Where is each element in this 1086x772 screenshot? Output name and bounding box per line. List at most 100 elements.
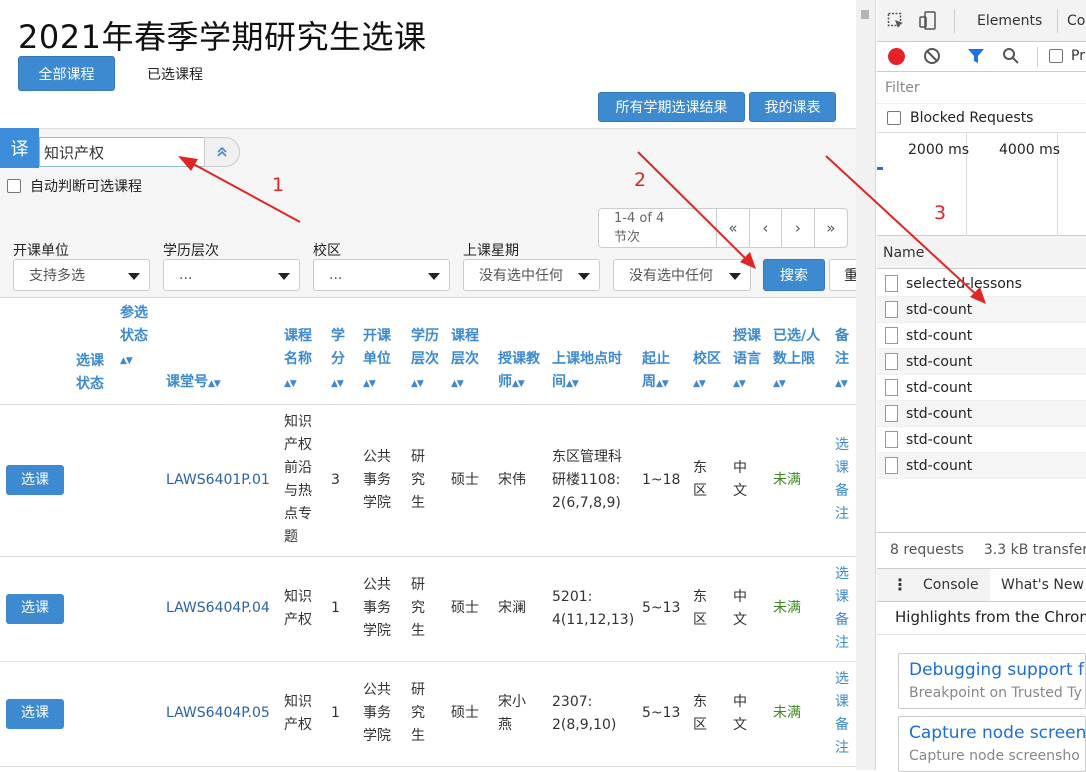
sort-icon: ▲▼ bbox=[451, 378, 464, 389]
course-dept: 公共事务学院 bbox=[363, 577, 391, 639]
auto-check-checkbox[interactable] bbox=[7, 179, 21, 193]
select-course-button[interactable]: 选课 bbox=[6, 698, 64, 729]
course-teacher: 宋小燕 bbox=[498, 693, 526, 733]
drawer-tab-whats-new[interactable]: What's New bbox=[990, 569, 1086, 601]
whats-new-card[interactable]: Debugging support for Breakpoint on Trus… bbox=[898, 653, 1086, 709]
table-row: 选课 LAWS6404P.04 知识产权 1 公共事务学院 研究生 硕士 宋澜 … bbox=[0, 556, 859, 662]
request-row[interactable]: selected-lessons bbox=[877, 271, 1086, 297]
blocked-requests-row[interactable]: Blocked Requests bbox=[887, 110, 1033, 126]
course-dept: 公共事务学院 bbox=[363, 448, 391, 511]
chevron-up-double-icon[interactable] bbox=[204, 137, 240, 167]
search-input[interactable]: 知识产权 bbox=[39, 137, 208, 167]
caret-down-icon bbox=[278, 273, 290, 280]
auto-check-row[interactable]: 自动判断可选课程 bbox=[7, 176, 142, 196]
course-weeks: 5~13 bbox=[642, 661, 693, 767]
devtools-top-toolbar: Elements Co bbox=[877, 0, 1086, 42]
col-code[interactable]: 课堂号▲▼ bbox=[166, 298, 284, 405]
network-filter-input[interactable]: Filter bbox=[877, 72, 1086, 104]
course-lang: 中文 bbox=[733, 693, 747, 733]
select-course-button[interactable]: 选课 bbox=[6, 593, 64, 624]
course-campus: 东区 bbox=[693, 693, 707, 733]
course-weeks: 1~18 bbox=[642, 404, 693, 557]
toolbar-divider bbox=[954, 9, 955, 33]
filter-level-label: 学历层次 bbox=[163, 243, 219, 259]
sort-icon: ▲▼ bbox=[331, 378, 344, 389]
course-credit: 1 bbox=[331, 661, 363, 767]
translate-icon[interactable]: 译 bbox=[0, 128, 39, 168]
course-code[interactable]: LAWS6404P.04 bbox=[166, 556, 284, 662]
inspect-element-icon[interactable] bbox=[887, 12, 905, 34]
next-page-button[interactable]: › bbox=[782, 209, 815, 247]
course-note-link[interactable]: 选课备注 bbox=[835, 563, 851, 655]
record-icon[interactable] bbox=[888, 48, 905, 65]
col-credit[interactable]: 学分 ▲▼ bbox=[331, 298, 363, 405]
col-weeks[interactable]: 起止周▲▼ bbox=[642, 298, 693, 405]
more-vertical-icon[interactable]: ⋮ bbox=[892, 575, 908, 594]
page-scrollbar[interactable] bbox=[856, 0, 876, 770]
network-name-header[interactable]: Name bbox=[877, 236, 1086, 269]
request-row[interactable]: std-count bbox=[877, 323, 1086, 349]
file-icon bbox=[885, 379, 898, 396]
col-join-status[interactable]: 参选状态 ▲▼ bbox=[120, 298, 166, 405]
blocked-requests-checkbox[interactable] bbox=[887, 111, 901, 125]
request-row[interactable]: std-count bbox=[877, 297, 1086, 323]
request-row[interactable]: std-count bbox=[877, 427, 1086, 453]
last-page-button[interactable]: » bbox=[815, 209, 847, 247]
col-course-level[interactable]: 课程层次 ▲▼ bbox=[451, 298, 498, 405]
col-dept[interactable]: 开课单位 ▲▼ bbox=[363, 298, 411, 405]
clear-icon[interactable] bbox=[923, 47, 941, 69]
col-campus[interactable]: 校区▲▼ bbox=[693, 298, 733, 405]
filter-level-select[interactable]: ... bbox=[163, 259, 300, 291]
col-name[interactable]: 课程名称 ▲▼ bbox=[284, 298, 331, 405]
filter-campus-select[interactable]: ... bbox=[313, 259, 450, 291]
filter-dept-select[interactable]: 支持多选 bbox=[13, 259, 150, 291]
course-campus: 东区 bbox=[693, 460, 707, 499]
preserve-log-checkbox[interactable] bbox=[1049, 49, 1063, 63]
whats-new-card[interactable]: Capture node screensh Capture node scree… bbox=[898, 716, 1086, 772]
first-page-button[interactable]: « bbox=[717, 209, 750, 247]
filter-level-value: ... bbox=[179, 267, 193, 283]
card-title[interactable]: Debugging support for bbox=[909, 658, 1085, 682]
tab-elements[interactable]: Elements bbox=[977, 13, 1042, 29]
tab-selected-courses[interactable]: 已选课程 bbox=[147, 56, 203, 91]
drawer-tab-console[interactable]: Console bbox=[923, 577, 979, 593]
table-row: 选课 LAWS6401P.01 知识产权前沿与热点专题 3 公共事务学院 研究生… bbox=[0, 404, 859, 557]
col-lang[interactable]: 授课语言▲▼ bbox=[733, 298, 773, 405]
course-lang: 中文 bbox=[733, 588, 747, 628]
col-teacher[interactable]: 授课教师▲▼ bbox=[498, 298, 552, 405]
course-note-link[interactable]: 选课备注 bbox=[835, 434, 851, 526]
col-quota[interactable]: 已选/人数上限 ▲▼ bbox=[773, 298, 835, 405]
filter-funnel-icon[interactable] bbox=[967, 48, 985, 69]
reset-button[interactable]: 重 bbox=[829, 259, 859, 291]
request-row[interactable]: std-count bbox=[877, 349, 1086, 375]
tab-all-courses[interactable]: 全部课程 bbox=[18, 56, 115, 91]
sort-icon: ▲▼ bbox=[120, 355, 133, 366]
filter-weekday-select[interactable]: 没有选中任何 bbox=[463, 259, 600, 291]
request-row[interactable]: std-count bbox=[877, 401, 1086, 427]
course-place-time: 东区管理科研楼1108: 2(6,7,8,9) bbox=[552, 448, 622, 511]
sort-icon: ▲▼ bbox=[693, 378, 706, 389]
col-place-time[interactable]: 上课地点时间▲▼ bbox=[552, 298, 642, 405]
request-row[interactable]: std-count bbox=[877, 375, 1086, 401]
course-quota: 未满 bbox=[773, 661, 835, 767]
filter-period-select[interactable]: 没有选中任何 bbox=[613, 259, 751, 291]
device-toolbar-icon[interactable] bbox=[919, 11, 937, 35]
tab-console-partial[interactable]: Co bbox=[1067, 13, 1085, 29]
course-code[interactable]: LAWS6404P.05 bbox=[166, 661, 284, 767]
request-row[interactable]: std-count bbox=[877, 453, 1086, 479]
col-level[interactable]: 学历层次▲▼ bbox=[411, 298, 451, 405]
search-button[interactable]: 搜索 bbox=[763, 259, 825, 291]
course-teacher: 宋伟 bbox=[498, 404, 552, 557]
course-note-link[interactable]: 选课备注 bbox=[835, 668, 851, 760]
my-timetable-button[interactable]: 我的课表 bbox=[749, 92, 836, 122]
all-results-button[interactable]: 所有学期选课结果 bbox=[598, 92, 745, 122]
card-title[interactable]: Capture node screensh bbox=[909, 721, 1085, 745]
annotation-label-2: 2 bbox=[634, 169, 647, 191]
course-level: 研究生 bbox=[411, 448, 425, 511]
select-course-button[interactable]: 选课 bbox=[6, 465, 64, 495]
prev-page-button[interactable]: ‹ bbox=[750, 209, 783, 247]
search-icon[interactable] bbox=[1002, 47, 1020, 69]
course-code[interactable]: LAWS6401P.01 bbox=[166, 404, 284, 557]
scrollbar-thumb[interactable] bbox=[861, 10, 869, 19]
course-teacher: 宋澜 bbox=[498, 556, 552, 662]
